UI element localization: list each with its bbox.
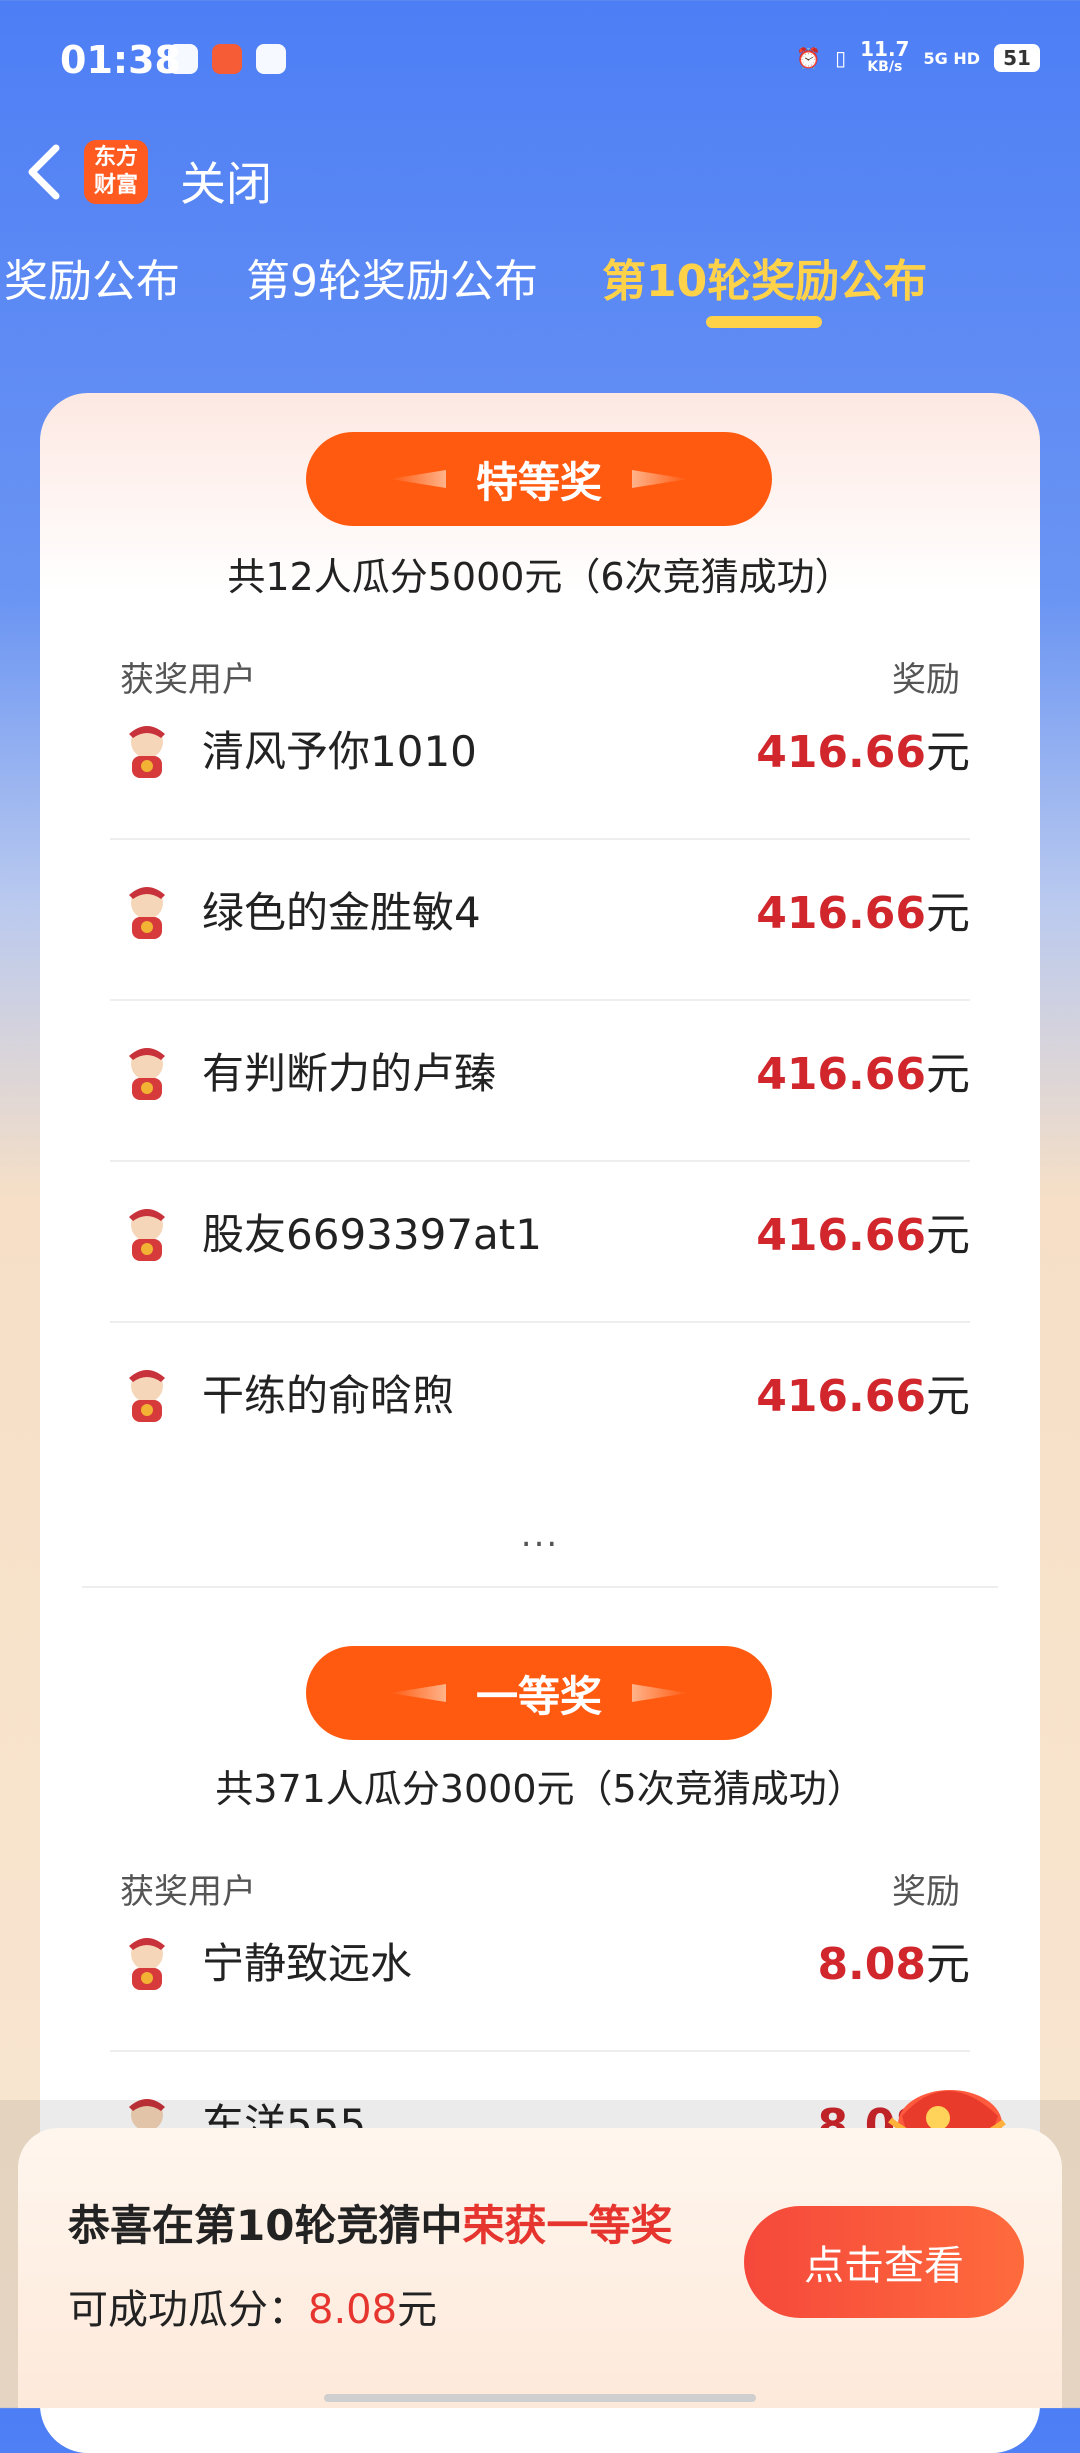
tab-round-8[interactable]: 奖励公布 [4, 245, 180, 309]
avatar [129, 726, 165, 778]
vibrate-icon: ▯ [835, 46, 847, 70]
back-button[interactable] [22, 140, 72, 210]
row-divider [110, 999, 970, 1001]
winner-reward: 416.66元 [756, 1210, 970, 1261]
pill-decoration [632, 1684, 688, 1702]
alarm-icon: ⏰ [796, 46, 822, 70]
winner-name: 宁静致远水 [202, 1939, 413, 1988]
home-indicator[interactable] [324, 2394, 756, 2402]
view-details-button[interactable]: 点击查看 [744, 2206, 1024, 2318]
app-logo: 东方财富 [84, 140, 148, 204]
system-icons: ⏰ ▯ 11.7 KB/s 5G HD 51 [796, 37, 1040, 76]
status-bar: 01:38 ⏰ ▯ 11.7 KB/s 5G HD 51 [0, 0, 1080, 130]
pill-decoration [632, 470, 688, 488]
row-divider [110, 2050, 970, 2052]
wechat-icon [168, 44, 198, 74]
winner-name: 股友6693397at1 [202, 1210, 542, 1259]
chevron-left-icon [28, 144, 60, 200]
winner-row: 清风予你1010 416.66元 [110, 680, 970, 840]
winner-row: 宁静致远水 8.08元 [110, 1892, 970, 2052]
winner-row: 股友6693397at1 416.66元 [110, 1163, 970, 1323]
active-tab-indicator [706, 316, 822, 328]
avatar [129, 1209, 165, 1261]
tab-round-10[interactable]: 第10轮奖励公布 [602, 245, 927, 309]
pill-decoration [390, 1684, 446, 1702]
app-notification-icon [212, 44, 242, 74]
pill-decoration [390, 470, 446, 488]
message-icon [256, 44, 286, 74]
avatar [129, 1938, 165, 1990]
net-speed: 11.7 KB/s [860, 37, 910, 75]
avatar [129, 887, 165, 939]
close-button[interactable]: 关闭 [180, 148, 272, 214]
winner-reward: 416.66元 [756, 1371, 970, 1422]
winner-row: 有判断力的卢臻 416.66元 [110, 1002, 970, 1162]
winner-name: 清风予你1010 [202, 727, 477, 776]
winner-reward: 416.66元 [756, 1049, 970, 1100]
winner-reward: 416.66元 [756, 888, 970, 939]
more-indicator[interactable]: ... [40, 1515, 1040, 1555]
share-amount-text: 可成功瓜分：8.08元 [68, 2287, 438, 2333]
winner-name: 有判断力的卢臻 [202, 1049, 497, 1098]
prize-title-special: 特等奖 [306, 432, 772, 526]
signal-icon: 5G HD [923, 48, 980, 68]
battery-icon: 51 [994, 44, 1040, 72]
notification-icons [168, 44, 286, 74]
winner-name: 绿色的金胜敏4 [202, 888, 481, 937]
prize-summary: 共12人瓜分5000元（6次竞猜成功） [227, 555, 853, 599]
tab-round-9[interactable]: 第9轮奖励公布 [246, 245, 538, 309]
avatar [129, 1370, 165, 1422]
prize-summary: 共371人瓜分3000元（5次竞猜成功） [215, 1767, 865, 1811]
winner-reward: 8.08元 [817, 1939, 970, 1990]
row-divider [110, 1321, 970, 1323]
row-divider [110, 838, 970, 840]
winner-row: 绿色的金胜敏4 416.66元 [110, 841, 970, 1001]
winner-name: 干练的俞晗煦 [202, 1371, 455, 1420]
prize-title-first: 一等奖 [306, 1646, 772, 1740]
congrats-text: 恭喜在第10轮竞猜中荣获一等奖 [68, 2201, 673, 2250]
section-divider [82, 1586, 998, 1588]
status-time: 01:38 [60, 38, 181, 82]
winner-reward: 416.66元 [756, 727, 970, 778]
row-divider [110, 1160, 970, 1162]
winner-row: 干练的俞晗煦 416.66元 [110, 1324, 970, 1484]
avatar [129, 1048, 165, 1100]
